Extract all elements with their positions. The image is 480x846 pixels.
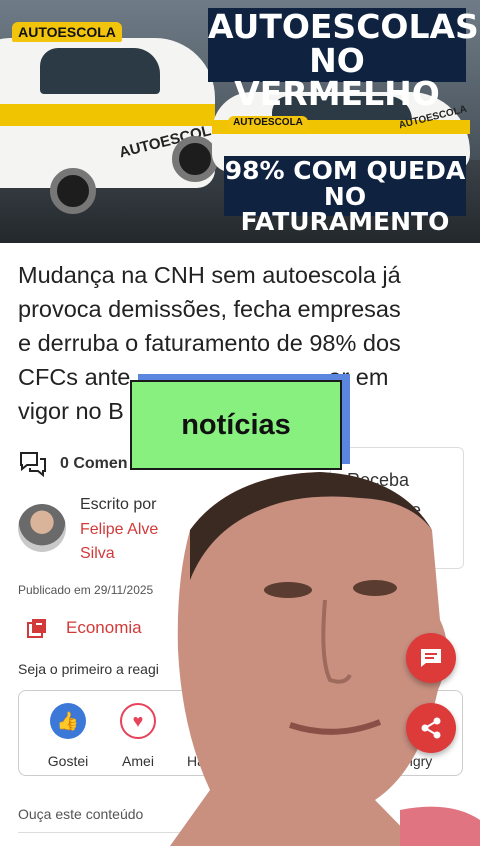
author-block: Escrito por Felipe Alve Silva (18, 496, 158, 566)
share-icon (421, 717, 441, 739)
category-icon (27, 619, 46, 638)
written-by-label: Escrito por (80, 496, 157, 513)
heart-icon: ♥ (120, 703, 156, 739)
comments-icon (20, 452, 46, 478)
car2-roof-sign: AUTOESCOLA (228, 116, 308, 130)
hero-image: AUTOESCOLA AUTOESCOLA AUTOESCOLA AUTOESC… (0, 0, 480, 243)
hero-headline-box: AUTOESCOLAS NO VERMELHO (208, 7, 479, 114)
share-button[interactable] (406, 703, 456, 753)
comments-count: 0 Comen (60, 455, 128, 472)
category-link[interactable]: Economia (26, 617, 142, 639)
car1-roof-sign: AUTOESCOLA (12, 22, 122, 42)
chat-icon (421, 649, 441, 667)
thumbs-up-icon: 👍 (50, 703, 86, 739)
listen-label: Ouça este conteúdo (18, 806, 144, 822)
comments-link[interactable]: 0 Comen (18, 450, 128, 478)
avatar (18, 504, 66, 552)
published-date: Publicado em 29/11/2025 (18, 583, 154, 597)
chat-button[interactable] (406, 633, 456, 683)
noticias-sticker: notícias (130, 380, 342, 470)
hero-subheadline-box: 98% COM QUEDA NO FATURAMENTO (224, 156, 466, 236)
author-name[interactable]: Felipe Alve Silva (80, 518, 158, 566)
reaction-like[interactable]: 👍 Gostei (33, 703, 103, 769)
reaction-love[interactable]: ♥ Amei (103, 703, 173, 769)
reactions-prompt: Seja o primeiro a reagi (18, 661, 159, 677)
